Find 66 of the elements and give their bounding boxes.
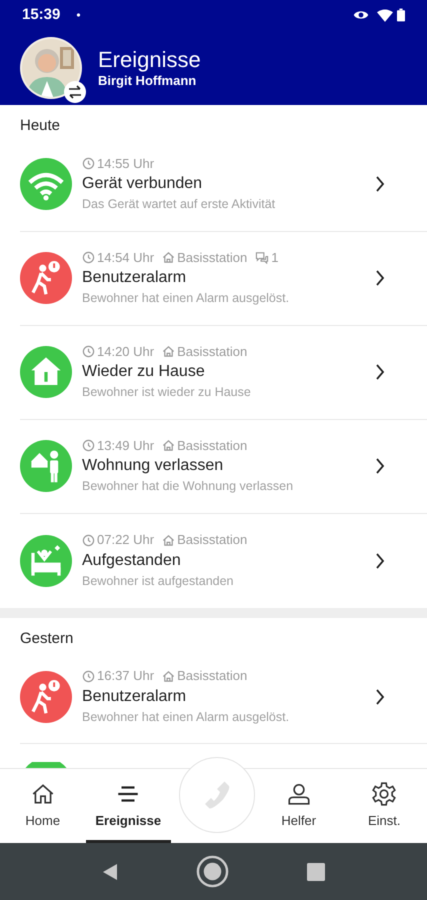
event-location: Basisstation xyxy=(177,248,248,267)
clock-icon xyxy=(82,534,95,547)
event-time: 07:22 Uhr xyxy=(97,531,154,550)
status-time: 15:39 xyxy=(22,4,60,25)
event-description: Das Gerät wartet auf erste Aktivität xyxy=(82,196,276,214)
back-icon[interactable] xyxy=(102,862,118,880)
event-time: 14:55 Uhr xyxy=(97,154,154,173)
event-row[interactable]: 07:22 Uhr Basisstation Aufgestanden Bewohner ist aufgestanden xyxy=(20,514,427,608)
house-icon xyxy=(162,534,176,547)
event-row[interactable]: 13:49 Uhr Basisstation Wohnung verlassen Bewohner hat die Wohnung verlassen xyxy=(20,420,427,514)
recents-icon[interactable] xyxy=(307,862,325,880)
event-location: Basisstation xyxy=(177,342,248,361)
event-time: 16:37 Uhr xyxy=(97,667,154,686)
nav-tab[interactable]: Einst. xyxy=(342,769,427,843)
chevron-right-icon xyxy=(375,552,385,570)
event-description: Bewohner hat die Wohnung verlassen xyxy=(82,478,294,496)
chevron-right-icon xyxy=(375,175,385,193)
nav-tab[interactable]: Home xyxy=(0,769,86,843)
nav-tab[interactable]: Helfer xyxy=(256,769,342,843)
home-button-icon[interactable] xyxy=(196,855,229,888)
event-time: 13:49 Uhr xyxy=(97,436,154,455)
comments-icon xyxy=(255,251,270,264)
battery-icon xyxy=(397,8,405,22)
house-icon xyxy=(162,670,176,683)
event-description: Bewohner hat einen Alarm ausgelöst. xyxy=(82,290,290,308)
notification-dot: • xyxy=(76,7,81,24)
section-heading: Gestern xyxy=(20,628,74,648)
event-location: Basisstation xyxy=(177,436,248,455)
screen-title: Ereignisse xyxy=(98,46,201,72)
house-icon xyxy=(162,345,176,358)
clock-icon xyxy=(82,157,95,170)
house-icon xyxy=(162,439,176,452)
house-icon xyxy=(162,251,176,264)
clock-icon xyxy=(82,345,95,358)
event-title: Benutzeralarm xyxy=(82,268,188,288)
settings-icon xyxy=(371,781,398,808)
event-title: Benutzeralarm xyxy=(82,686,188,707)
event-row[interactable]: 14:55 Uhr Gerät verbunden Das Gerät wartet auf erste Aktivität xyxy=(20,138,427,232)
event-row[interactable]: 14:54 Uhr Basisstation 1 Benutzeralarm Bewohner hat einen Alarm ausgelöst. xyxy=(20,232,427,326)
clock-icon xyxy=(82,439,95,452)
wifi-signal-icon xyxy=(377,8,393,22)
event-title: Wohnung verlassen xyxy=(82,456,224,476)
event-time: 14:54 Uhr xyxy=(97,248,154,267)
event-row[interactable]: 14:20 Uhr Basisstation Wieder zu Hause Bewohner ist wieder zu Hause xyxy=(20,326,427,420)
event-description: Bewohner hat einen Alarm ausgelöst. xyxy=(82,708,290,726)
event-description: Bewohner ist wieder zu Hause xyxy=(82,384,252,402)
event-location: Basisstation xyxy=(177,531,248,550)
chevron-right-icon xyxy=(375,457,385,475)
event-description: Bewohner ist aufgestanden xyxy=(82,572,234,590)
chevron-right-icon xyxy=(375,688,385,706)
event-title: Aufgestanden xyxy=(82,550,182,571)
event-title: Wieder zu Hause xyxy=(82,362,206,382)
event-location: Basisstation xyxy=(177,667,248,686)
chevron-right-icon xyxy=(375,269,385,287)
event-title: Gerät verbunden xyxy=(82,174,204,194)
comment-count: 1 xyxy=(271,248,278,267)
section-heading: Heute xyxy=(20,116,62,136)
eye-icon xyxy=(353,9,369,21)
clock-icon xyxy=(82,251,95,264)
event-row[interactable]: 16:37 Uhr Basisstation Benutzeralarm Bewohner hat einen Alarm ausgelöst. xyxy=(20,650,427,744)
resident-name: Birgit Hoffmann xyxy=(98,72,198,88)
swap-icon xyxy=(64,80,86,102)
event-time: 14:20 Uhr xyxy=(97,342,154,361)
chevron-right-icon xyxy=(375,363,385,381)
person-icon xyxy=(286,781,312,808)
clock-icon xyxy=(82,670,95,683)
